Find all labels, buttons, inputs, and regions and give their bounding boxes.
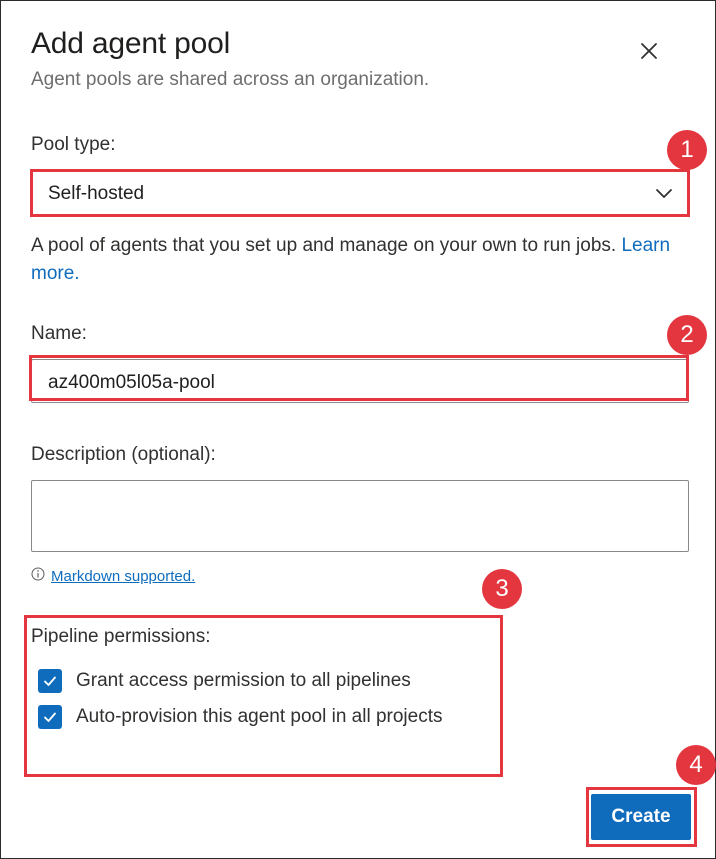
annotation-badge-1: 1 <box>667 130 707 170</box>
dialog-title: Add agent pool <box>31 27 231 60</box>
name-label: Name: <box>31 323 87 344</box>
info-icon <box>31 567 45 585</box>
description-label: Description (optional): <box>31 444 216 465</box>
markdown-hint: Markdown supported. <box>31 567 195 585</box>
pool-type-help: A pool of agents that you set up and man… <box>31 232 671 288</box>
annotation-badge-2: 2 <box>667 315 707 355</box>
annotation-highlight-create <box>586 787 697 847</box>
annotation-badge-4: 4 <box>676 745 716 785</box>
annotation-highlight-name <box>29 355 689 401</box>
pool-type-help-text: A pool of agents that you set up and man… <box>31 235 617 256</box>
pool-type-label: Pool type: <box>31 134 116 155</box>
add-agent-pool-panel: Add agent pool Agent pools are shared ac… <box>0 0 716 859</box>
dialog-subtitle: Agent pools are shared across an organiz… <box>31 69 430 90</box>
annotation-highlight-pool-type <box>30 169 690 217</box>
markdown-supported-link[interactable]: Markdown supported. <box>51 568 195 585</box>
annotation-highlight-permissions <box>24 615 503 777</box>
close-icon[interactable] <box>637 39 661 63</box>
description-textarea[interactable] <box>31 480 689 552</box>
annotation-badge-3: 3 <box>482 569 522 609</box>
